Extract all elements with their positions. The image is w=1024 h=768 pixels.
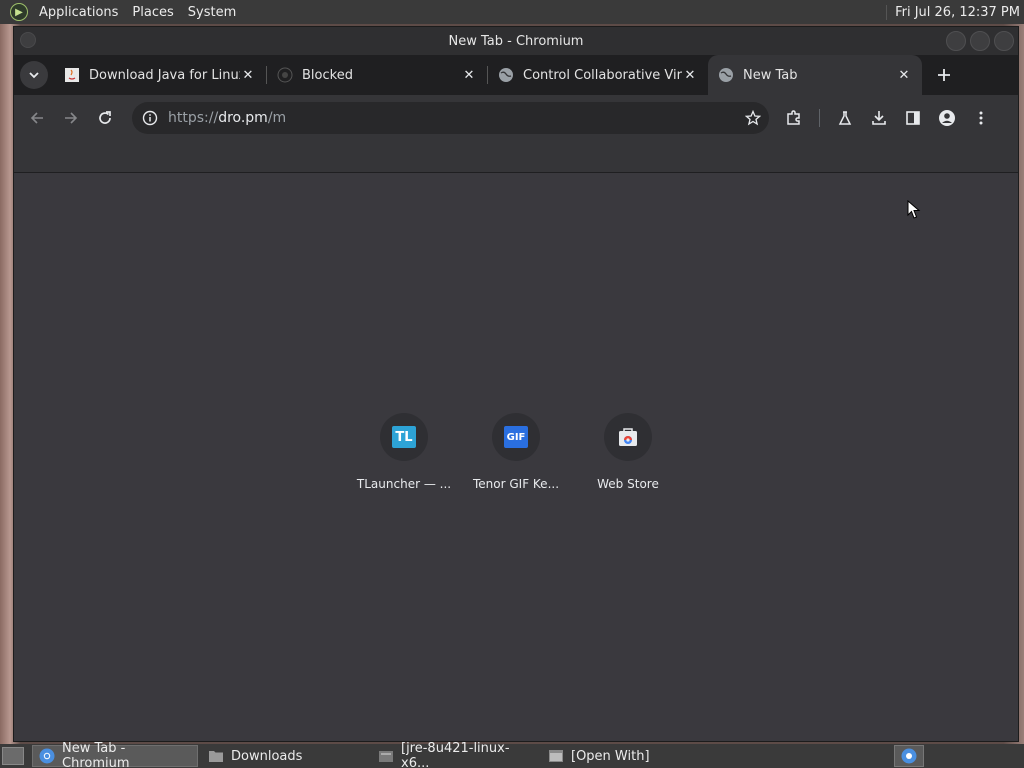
address-bar[interactable]: https://dro.pm/m xyxy=(132,102,769,134)
close-tab-icon[interactable]: ✕ xyxy=(682,67,698,83)
arrow-left-icon xyxy=(30,112,43,124)
side-panel-button[interactable] xyxy=(896,101,930,135)
archive-icon xyxy=(379,751,393,762)
tab-title: New Tab xyxy=(743,67,798,83)
window-title: New Tab - Chromium xyxy=(448,33,584,49)
taskbar-item-label: Downloads xyxy=(231,748,303,764)
top-panel: ▶ Applications Places System Fri Jul 26,… xyxy=(0,0,1024,24)
tab-blocked[interactable]: Blocked ✕ xyxy=(267,55,487,95)
flask-icon xyxy=(838,111,852,125)
browser-window: New Tab - Chromium Download Java for Lin… xyxy=(13,26,1019,742)
maximize-button[interactable] xyxy=(970,31,990,51)
downloads-button[interactable] xyxy=(862,101,896,135)
download-icon xyxy=(872,111,886,125)
taskbar-item-open-with[interactable]: [Open With] xyxy=(542,745,708,767)
applications-menu[interactable]: Applications xyxy=(32,5,125,20)
minimize-button[interactable] xyxy=(946,31,966,51)
github-icon xyxy=(277,67,293,83)
java-icon xyxy=(64,67,80,83)
close-tab-icon[interactable]: ✕ xyxy=(896,67,912,83)
new-tab-page: TL TLauncher — ... GIF Tenor GIF Ke... W… xyxy=(14,173,1018,741)
new-tab-button[interactable] xyxy=(930,61,958,89)
browser-toolbar: https://dro.pm/m xyxy=(14,95,1018,141)
chevron-down-icon xyxy=(29,72,39,79)
reload-button[interactable] xyxy=(88,101,122,135)
url-scheme: https:// xyxy=(168,110,219,126)
tlauncher-icon: TL xyxy=(392,426,416,448)
chromium-icon xyxy=(39,748,55,764)
bottom-panel: New Tab - Chromium Downloads [jre-8u421-… xyxy=(0,741,1024,768)
labs-button[interactable] xyxy=(828,101,862,135)
reload-icon xyxy=(99,111,111,124)
url-text[interactable]: https://dro.pm/m xyxy=(158,110,745,126)
shortcut-icon-circle: TL xyxy=(380,413,428,461)
folder-icon xyxy=(209,751,223,762)
window-icon xyxy=(549,750,563,762)
places-menu[interactable]: Places xyxy=(125,5,180,20)
taskbar-item-chromium[interactable]: New Tab - Chromium xyxy=(32,741,198,768)
window-menu-button[interactable] xyxy=(20,32,36,48)
chromium-tray-icon xyxy=(901,748,917,764)
shortcut-icon-circle xyxy=(604,413,652,461)
bookmarks-bar xyxy=(14,141,1018,173)
close-window-button[interactable] xyxy=(994,31,1014,51)
distro-logo-icon[interactable]: ▶ xyxy=(10,3,28,21)
window-titlebar[interactable]: New Tab - Chromium xyxy=(14,27,1018,55)
plus-icon xyxy=(938,69,950,81)
url-host: dro.pm xyxy=(218,110,268,126)
show-desktop-button[interactable] xyxy=(2,747,24,765)
star-bookmark-icon[interactable] xyxy=(745,110,761,126)
tab-control-collaborative[interactable]: Control Collaborative Virt ✕ xyxy=(488,55,708,95)
puzzle-icon xyxy=(787,110,800,125)
taskbar-item-downloads[interactable]: Downloads xyxy=(202,745,368,767)
url-path: /m xyxy=(267,110,287,126)
system-menu[interactable]: System xyxy=(181,5,243,20)
forward-button[interactable] xyxy=(54,101,88,135)
workspace-switcher[interactable] xyxy=(894,745,924,767)
avatar-icon xyxy=(939,110,955,126)
chrome-menu-button[interactable] xyxy=(964,101,998,135)
tenor-gif-icon: GIF xyxy=(504,426,528,448)
tab-strip: Download Java for Linux ✕ Blocked ✕ Cont… xyxy=(14,55,1018,95)
shortcut-title: TLauncher — ... xyxy=(356,477,452,491)
shortcut-tiles: TL TLauncher — ... GIF Tenor GIF Ke... W… xyxy=(14,413,1018,491)
tab-download-java[interactable]: Download Java for Linux ✕ xyxy=(54,55,266,95)
kebab-menu-icon xyxy=(979,111,983,125)
shortcut-tenor-gif[interactable]: GIF Tenor GIF Ke... xyxy=(460,413,572,491)
site-info-icon[interactable] xyxy=(142,110,158,126)
taskbar-item-label: [Open With] xyxy=(571,748,650,764)
tab-new-tab[interactable]: New Tab ✕ xyxy=(708,55,922,95)
taskbar-item-label: [jre-8u421-linux-x6... xyxy=(401,741,510,768)
side-panel-icon xyxy=(906,111,920,125)
tab-title: Blocked xyxy=(302,67,353,83)
mouse-cursor-icon xyxy=(907,200,921,219)
tab-search-button[interactable] xyxy=(20,61,48,89)
back-button[interactable] xyxy=(20,101,54,135)
globe-icon xyxy=(498,67,514,83)
tab-title: Control Collaborative Virt xyxy=(523,67,682,83)
extensions-button[interactable] xyxy=(777,101,811,135)
shortcut-title: Tenor GIF Ke... xyxy=(472,477,560,491)
shortcut-icon-circle: GIF xyxy=(492,413,540,461)
close-tab-icon[interactable]: ✕ xyxy=(240,67,256,83)
globe-icon xyxy=(718,67,734,83)
taskbar-item-label: New Tab - Chromium xyxy=(62,741,130,768)
toolbar-divider xyxy=(819,109,820,127)
shortcut-tlauncher[interactable]: TL TLauncher — ... xyxy=(348,413,460,491)
close-tab-icon[interactable]: ✕ xyxy=(461,67,477,83)
shortcut-web-store[interactable]: Web Store xyxy=(572,413,684,491)
tab-title: Download Java for Linux xyxy=(89,67,240,83)
profile-button[interactable] xyxy=(930,101,964,135)
panel-clock[interactable]: Fri Jul 26, 12:37 PM xyxy=(886,4,1024,20)
web-store-icon xyxy=(619,428,637,446)
arrow-right-icon xyxy=(65,112,78,124)
taskbar-item-jre-archive[interactable]: [jre-8u421-linux-x6... xyxy=(372,741,538,768)
shortcut-title: Web Store xyxy=(597,477,659,491)
